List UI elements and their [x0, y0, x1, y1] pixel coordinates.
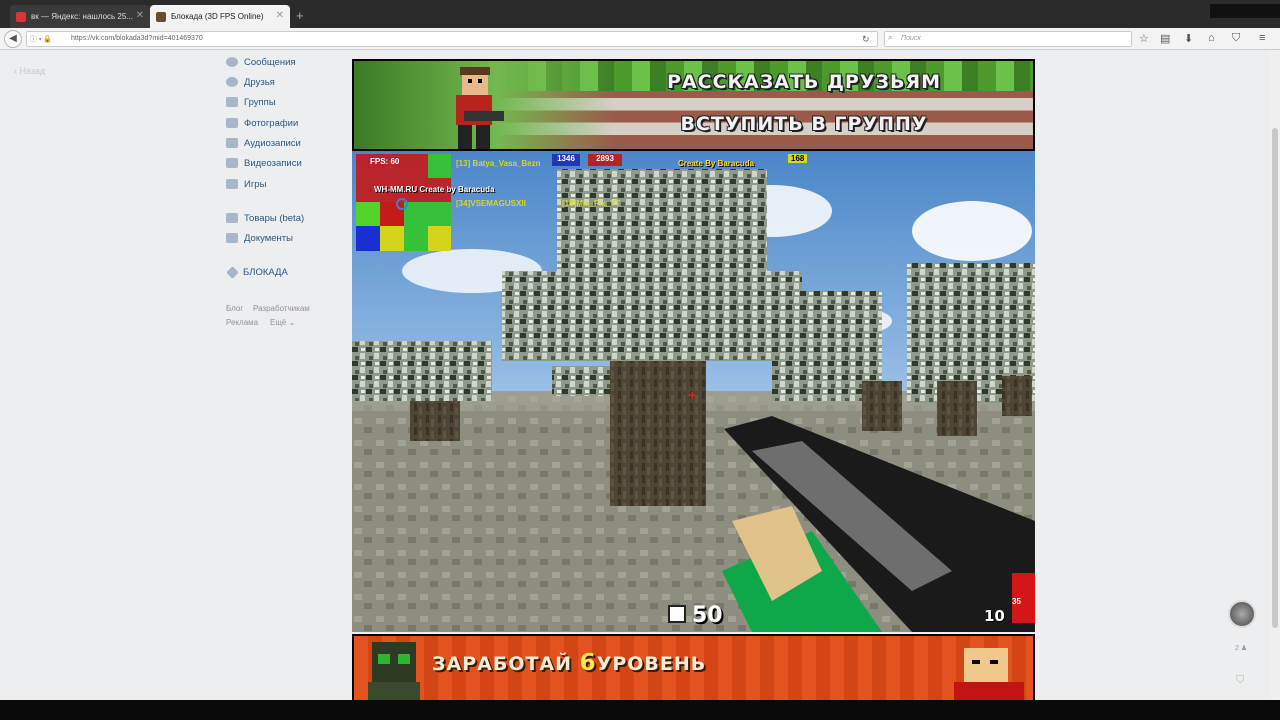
messages-icon [226, 57, 238, 67]
goods-icon [226, 213, 238, 223]
footer-more-link[interactable]: Ещё ⌄ [270, 318, 295, 327]
join-group-button[interactable]: ВСТУПИТЬ В ГРУППУ [634, 113, 974, 135]
ammo-reserve: 35 [1012, 597, 1021, 606]
tab-yandex-search[interactable]: вк — Яндекс: нашлось 25... ✕ [10, 5, 150, 28]
game-promo-banner: РАССКАЗАТЬ ДРУЗЬЯМ ВСТУПИТЬ В ГРУППУ [352, 59, 1035, 151]
game-favicon-icon [156, 11, 166, 22]
address-bar[interactable]: https://vk.com/blokada3d?mid=401469370 [26, 31, 878, 47]
fps-counter: FPS: 60 [370, 157, 400, 166]
photos-icon [226, 118, 238, 128]
level-promo-banner[interactable]: ЗАРАБОТАЙ 6УРОВЕНЬ [352, 634, 1035, 700]
server-label: WH-MM.RU Create by Baracuda [374, 185, 495, 194]
back-button[interactable]: ◀ [4, 30, 22, 48]
docs-icon [226, 233, 238, 243]
shield-icon[interactable]: ⛉ [1236, 674, 1244, 687]
sidebar-item-label: Видеозаписи [244, 157, 302, 169]
footer-more-label: Ещё [270, 318, 287, 327]
kill-feed-entry: [34]VSEMAGUSXII [456, 199, 526, 208]
level-number: 6 [579, 650, 597, 676]
sidebar-item-label: БЛОКАДА [243, 266, 288, 278]
footer-blog-link[interactable]: Блог [226, 304, 243, 313]
search-icon: ⌕ [888, 33, 893, 42]
user-avatar[interactable] [1228, 600, 1256, 628]
game-viewport[interactable]: FPS: 60 WH-MM.RU Create by Baracuda 1346… [352, 151, 1035, 632]
sidebar-item-games[interactable]: Игры [226, 176, 266, 192]
reading-list-icon[interactable]: ▤ [1160, 32, 1170, 45]
tell-friends-button[interactable]: РАССКАЗАТЬ ДРУЗЬЯМ [634, 71, 974, 93]
download-icon[interactable]: ⬇ [1184, 32, 1193, 45]
sidebar-item-video[interactable]: Видеозаписи [226, 155, 302, 171]
sidebar-item-label: Документы [244, 232, 293, 244]
bottom-bar [0, 700, 1280, 720]
yandex-favicon-icon [16, 11, 26, 22]
sidebar-item-groups[interactable]: Группы [226, 94, 276, 110]
footer-devs-link[interactable]: Разработчикам [253, 304, 310, 313]
sidebar-item-label: Товары (beta) [244, 212, 305, 224]
tab-title: Блокада (3D FPS Online) [171, 12, 264, 21]
sidebar-item-label: Группы [244, 96, 276, 108]
online-count-value: 2 [1235, 645, 1239, 652]
reload-icon[interactable]: ↻ [862, 34, 870, 45]
sidebar-item-label: Игры [244, 178, 267, 190]
sidebar-item-music[interactable]: Аудиозаписи [226, 135, 301, 151]
close-tab-icon[interactable]: ✕ [136, 10, 144, 21]
game-app-icon [226, 265, 239, 279]
music-icon [226, 138, 238, 148]
browser-tab-bar: вк — Яндекс: нашлось 25... ✕ Блокада (3D… [0, 0, 1280, 28]
soldier-character-image [456, 67, 504, 149]
ammo-value: 10 [984, 607, 1005, 625]
search-input[interactable]: Поиск [884, 31, 1132, 47]
close-tab-icon[interactable]: ✕ [276, 10, 284, 21]
sidebar-item-label: Фотографии [244, 117, 299, 129]
soldier-mask-image [368, 642, 420, 700]
sidebar-item-goods[interactable]: Товары (beta) [226, 210, 304, 226]
tab-title: вк — Яндекс: нашлось 25... [31, 12, 133, 21]
site-info-icon[interactable]: ⓘ ▪ 🔒 [30, 34, 52, 44]
minimap [356, 154, 451, 251]
sidebar-item-docs[interactable]: Документы [226, 230, 293, 246]
back-link-label: Назад [19, 66, 46, 76]
friends-icon [226, 77, 238, 87]
blocky-head-image [954, 648, 1024, 700]
home-icon[interactable]: ⌂ [1208, 32, 1215, 44]
browser-nav-bar: ◀ https://vk.com/blokada3d?mid=401469370… [0, 28, 1280, 50]
sidebar-item-label: Сообщения [244, 56, 296, 68]
pocket-icon[interactable]: ⛉ [1232, 32, 1240, 45]
team-score-right: 168 [788, 154, 808, 163]
groups-icon [226, 97, 238, 107]
games-icon [226, 179, 238, 189]
earn-text: ЗАРАБОТАЙ [432, 653, 573, 675]
red-team-score: 2893 [588, 154, 622, 166]
footer-ads-link[interactable]: Реклама [226, 318, 258, 327]
sidebar-item-friends[interactable]: Друзья [226, 74, 275, 90]
sidebar-item-photos[interactable]: Фотографии [226, 115, 298, 131]
scrollbar-thumb[interactable] [1272, 128, 1278, 628]
bookmark-star-icon[interactable]: ☆ [1139, 32, 1149, 45]
level-text: УРОВЕНЬ [596, 653, 707, 675]
sidebar-item-label: Аудиозаписи [244, 137, 301, 149]
health-value: 50 [692, 603, 723, 628]
earn-level-label: ЗАРАБОТАЙ 6УРОВЕНЬ [432, 650, 706, 676]
vk-page: ‹ Назад Сообщения Друзья Группы Фотограф… [0, 50, 1270, 700]
page-scrollbar[interactable] [1270, 50, 1280, 700]
tab-blokada-game[interactable]: Блокада (3D FPS Online) ✕ [150, 5, 290, 28]
crosshair-icon: + [688, 387, 697, 403]
new-tab-button[interactable]: + [296, 8, 304, 23]
blue-team-score: 1346 [552, 154, 580, 166]
online-count: 2 ♟ [1235, 645, 1248, 652]
kill-feed-entry: [13] Batya_Vasa_Bezn [456, 159, 541, 168]
video-icon [226, 158, 238, 168]
sidebar-item-label: Друзья [244, 76, 275, 88]
sidebar-item-blokada[interactable]: БЛОКАДА [226, 264, 288, 280]
menu-icon[interactable]: ≡ [1259, 32, 1265, 44]
health-icon [668, 605, 686, 623]
sidebar-item-messages[interactable]: Сообщения [226, 54, 296, 70]
back-link[interactable]: ‹ Назад [14, 66, 45, 76]
kill-feed-entry: [18]Mix_Fix_YT [562, 199, 621, 208]
creator-label: Create By Baracuda [678, 159, 755, 168]
window-controls [1210, 4, 1280, 18]
